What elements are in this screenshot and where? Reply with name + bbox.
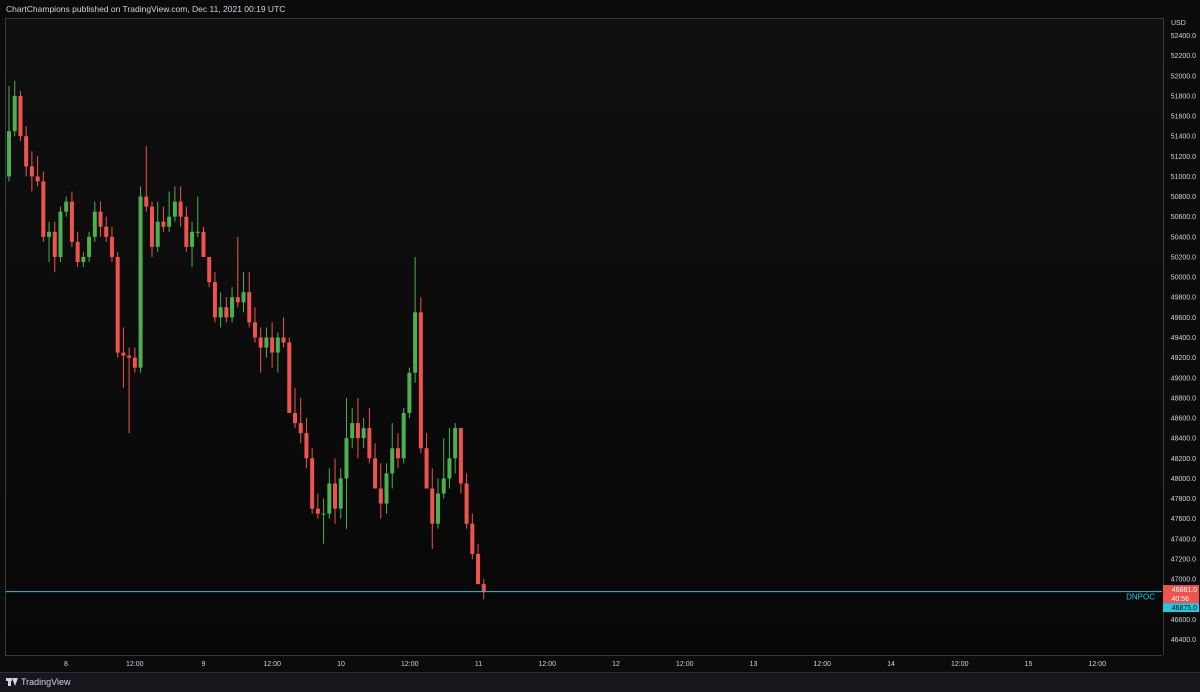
tradingview-brand[interactable]: TradingView <box>6 677 71 687</box>
brand-label: TradingView <box>21 677 71 687</box>
publisher-text: ChartChampions published on TradingView.… <box>6 4 286 14</box>
price-axis[interactable] <box>1163 18 1200 655</box>
time-axis[interactable] <box>5 655 1162 673</box>
publisher-header: ChartChampions published on TradingView.… <box>0 0 1200 18</box>
tradingview-logo-icon <box>6 678 18 686</box>
chart-pane[interactable] <box>5 18 1163 656</box>
footer-bar: TradingView <box>0 672 1200 692</box>
